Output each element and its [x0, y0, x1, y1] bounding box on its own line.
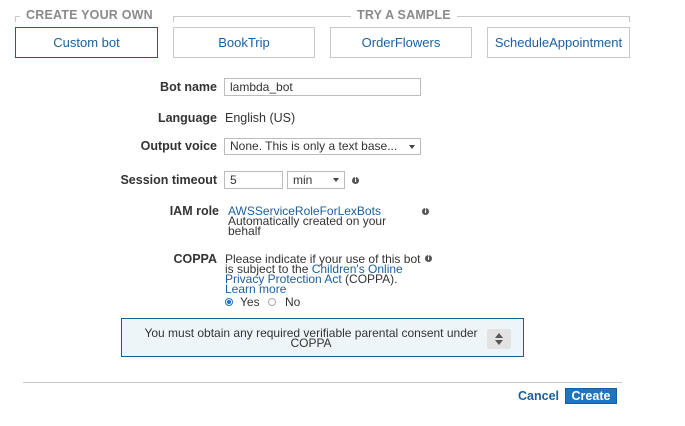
bot-name-input[interactable]: lambda_bot [224, 78, 421, 96]
sample-orderflowers-button[interactable]: OrderFlowers [330, 27, 472, 58]
footer-divider [23, 382, 622, 383]
output-voice-label: Output voice [140, 139, 217, 153]
bot-name-label: Bot name [160, 80, 217, 94]
cancel-button[interactable]: Cancel [518, 389, 559, 403]
coppa-label: COPPA [173, 252, 217, 266]
create-button[interactable]: Create [565, 388, 617, 404]
language-label: Language [157, 111, 217, 125]
info-icon[interactable]: i [425, 255, 432, 262]
dropdown-caret-icon [409, 145, 415, 149]
output-voice-value: None. This is only a text base... [230, 139, 398, 153]
info-icon[interactable]: i [422, 208, 429, 215]
coppa-no-radio[interactable] [268, 298, 276, 306]
iam-role-label: IAM role [169, 204, 219, 218]
custom-bot-button[interactable]: Custom bot [15, 27, 158, 58]
sample-booktrip-button[interactable]: BookTrip [173, 27, 315, 58]
language-value: English (US) [225, 111, 296, 125]
scroll-arrows-icon[interactable] [487, 329, 511, 349]
dropdown-caret-icon [333, 178, 339, 182]
session-timeout-unit-value: min [293, 173, 313, 187]
info-icon[interactable]: i [352, 177, 359, 184]
coppa-yes-radio[interactable] [225, 298, 233, 306]
sample-section-tick-right [629, 16, 630, 22]
coppa-no-label[interactable]: No [285, 295, 300, 309]
create-section-tick-left [15, 16, 16, 22]
sample-scheduleappointment-button[interactable]: ScheduleAppointment [487, 27, 630, 58]
coppa-yes-label[interactable]: Yes [240, 295, 260, 309]
alert-message: You must obtain any required verifiable … [132, 327, 490, 349]
coppa-description: Please indicate if your use of this bot … [225, 253, 425, 295]
session-timeout-input[interactable]: 5 [224, 171, 283, 189]
iam-role-block: AWSServiceRoleForLexBots Automatically c… [228, 205, 418, 237]
coppa-consent-alert: You must obtain any required verifiable … [121, 318, 524, 357]
scroll-up-icon [495, 333, 503, 338]
coppa-line3-text: (COPPA). [341, 272, 398, 286]
session-timeout-unit-select[interactable]: min [287, 171, 345, 189]
scroll-down-icon [495, 340, 503, 345]
sample-section-tick-left [173, 16, 174, 22]
try-a-sample-heading: TRY A SAMPLE [351, 8, 457, 22]
session-timeout-label: Session timeout [120, 173, 217, 187]
create-your-own-heading: CREATE YOUR OWN [20, 8, 159, 22]
output-voice-select[interactable]: None. This is only a text base... [224, 138, 421, 155]
